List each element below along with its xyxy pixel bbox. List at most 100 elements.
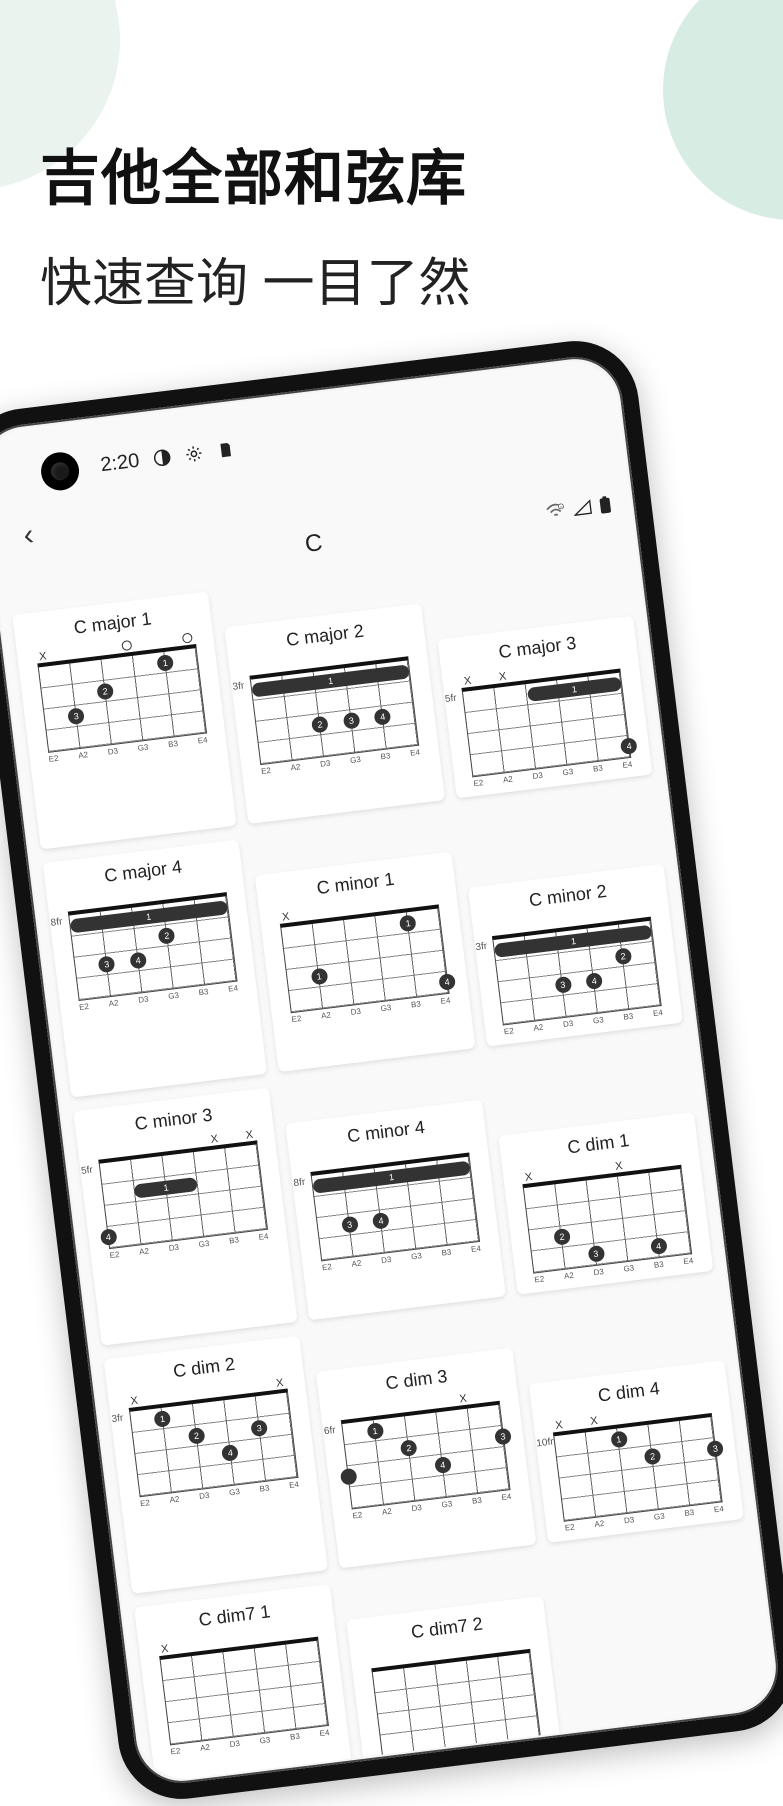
- chord-name: C dim 1: [566, 1130, 630, 1158]
- back-button[interactable]: ‹: [6, 513, 51, 558]
- gear-icon: [183, 444, 203, 464]
- finger-dot: [339, 1468, 357, 1486]
- sd-icon: [215, 440, 235, 460]
- curfew-icon: [152, 448, 172, 468]
- marketing-copy: 吉他全部和弦库 快速查询 一目了然: [40, 130, 470, 316]
- finger-dot: 4: [373, 708, 391, 726]
- finger-dot: 4: [129, 952, 147, 970]
- marketing-subtitle: 快速查询 一目了然: [40, 241, 470, 316]
- finger-dot: 3: [494, 1428, 512, 1446]
- finger-dot: 1: [153, 1410, 171, 1428]
- chord-grid: C major 1X321E2A2D3G3B3E4C major 23fr123…: [12, 540, 769, 1784]
- chord-name: C major 2: [285, 621, 365, 651]
- finger-dot: 4: [99, 1229, 117, 1247]
- finger-dot: 4: [221, 1444, 239, 1462]
- fret-label: 3fr: [474, 941, 487, 953]
- chord-grid-scroll[interactable]: C major 1X321E2A2D3G3B3E4C major 23fr123…: [0, 535, 778, 1784]
- chord-name: C dim 4: [596, 1378, 660, 1406]
- finger-dot: 3: [67, 707, 85, 725]
- finger-dot: 4: [585, 972, 603, 990]
- fret-label: 3fr: [111, 1413, 124, 1425]
- finger-dot: 3: [340, 1216, 358, 1234]
- finger-dot: 2: [311, 716, 329, 734]
- chord-name: C dim7 2: [409, 1613, 483, 1643]
- chord-card[interactable]: C minor 48fr134E2A2D3G3B3E4: [285, 1100, 505, 1321]
- fretboard: 114: [279, 904, 449, 1013]
- fretboard: 12 3: [553, 1413, 723, 1522]
- status-time: 2:20: [99, 449, 140, 477]
- chord-name: C dim 3: [384, 1366, 448, 1394]
- chord-name: C major 4: [103, 857, 183, 887]
- fretboard: 124 3: [340, 1401, 510, 1510]
- chord-name: C minor 4: [345, 1117, 425, 1147]
- phone-screen: 2:20 ‹ C ×: [0, 356, 778, 1784]
- signal-icon: [572, 499, 592, 522]
- chord-name: C dim7 1: [197, 1601, 271, 1631]
- finger-dot: 3: [250, 1419, 268, 1437]
- finger-dot: 1: [365, 1422, 383, 1440]
- fret-label: 6fr: [323, 1425, 336, 1437]
- chord-card[interactable]: C minor 3XX5fr14E2A2D3G3B3E4: [73, 1087, 298, 1345]
- finger-dot: 1: [609, 1430, 627, 1448]
- finger-dot: 1: [310, 968, 328, 986]
- chord-card[interactable]: C dim 3X6fr1243E2A2D3G3B3E4: [316, 1348, 536, 1569]
- chord-card[interactable]: C major 3XX5fr14E2A2D3G3B3E4: [437, 616, 652, 799]
- chord-card[interactable]: C dim 2XX3fr1243E2A2D3G3B3E4: [103, 1336, 328, 1594]
- finger-dot: 3: [554, 976, 572, 994]
- finger-dot: 2: [157, 927, 175, 945]
- fretboard: 1342: [492, 917, 662, 1026]
- fretboard: 14: [461, 668, 631, 777]
- finger-dot: 4: [649, 1238, 667, 1256]
- fretboard: 23 4: [522, 1165, 692, 1274]
- finger-dot: 3: [342, 712, 360, 730]
- fretboard: 1234: [249, 656, 419, 765]
- fretboard: 134: [310, 1153, 480, 1262]
- chord-card[interactable]: C dim 1XX234E2A2D3G3B3E4: [497, 1112, 712, 1295]
- fret-label: 3fr: [232, 681, 245, 693]
- fret-label: 5fr: [444, 693, 457, 705]
- finger-dot: 2: [96, 682, 114, 700]
- marketing-title: 吉他全部和弦库: [40, 130, 470, 217]
- chord-card[interactable]: C dim7 1XE2A2D3G3B3E4: [134, 1584, 354, 1784]
- chord-card[interactable]: C dim 4XX10fr123E2A2D3G3B3E4: [528, 1360, 743, 1543]
- chord-card[interactable]: C major 48fr1342E2A2D3G3B3E4: [42, 839, 267, 1097]
- fretboard: 321: [36, 644, 206, 753]
- finger-dot: 2: [614, 947, 632, 965]
- finger-dot: 3: [587, 1245, 605, 1263]
- barre: 1: [526, 676, 622, 701]
- fret-label: 5fr: [80, 1165, 93, 1177]
- finger-dot: 3: [706, 1440, 724, 1458]
- phone-mockup: 2:20 ‹ C ×: [0, 334, 783, 1806]
- fret-label: 8fr: [292, 1177, 305, 1189]
- chord-name: C major 1: [72, 608, 152, 638]
- fret-label: 10fr: [535, 1436, 553, 1449]
- chord-card[interactable]: C minor 23fr1342E2A2D3G3B3E4: [467, 864, 682, 1047]
- fretboard: 1342: [67, 892, 237, 1001]
- finger-dot: 2: [553, 1228, 571, 1246]
- finger-dot: 4: [372, 1212, 390, 1230]
- finger-dot: 4: [433, 1456, 451, 1474]
- battery-icon: [598, 495, 613, 519]
- finger-dot: 2: [643, 1447, 661, 1465]
- chord-card[interactable]: C major 23fr1234E2A2D3G3B3E4: [224, 603, 444, 824]
- barre: 1: [133, 1177, 197, 1199]
- finger-dot: 2: [187, 1427, 205, 1445]
- chord-name: C minor 2: [527, 881, 607, 911]
- chord-card[interactable]: C minor 1X114E2A2D3G3B3E4: [255, 852, 475, 1073]
- fretboard: [158, 1637, 328, 1746]
- chord-name: C dim 2: [172, 1354, 236, 1382]
- fretboard: [371, 1649, 541, 1758]
- fret-label: 8fr: [50, 916, 63, 928]
- background-blob-top-right: [663, 0, 783, 220]
- chord-card[interactable]: C dim7 2E2A2D3G3B3E4: [346, 1596, 561, 1779]
- wifi-icon: ×: [544, 502, 566, 525]
- chord-card[interactable]: C major 1X321E2A2D3G3B3E4: [12, 591, 237, 849]
- finger-dot: 4: [620, 737, 638, 755]
- chord-name: C minor 3: [133, 1105, 213, 1135]
- finger-dot: 1: [399, 914, 417, 932]
- fretboard: 1243: [128, 1388, 298, 1497]
- finger-dot: 2: [399, 1439, 417, 1457]
- finger-dot: 3: [97, 956, 115, 974]
- chord-name: C minor 1: [315, 869, 395, 899]
- finger-dot: 4: [438, 973, 456, 991]
